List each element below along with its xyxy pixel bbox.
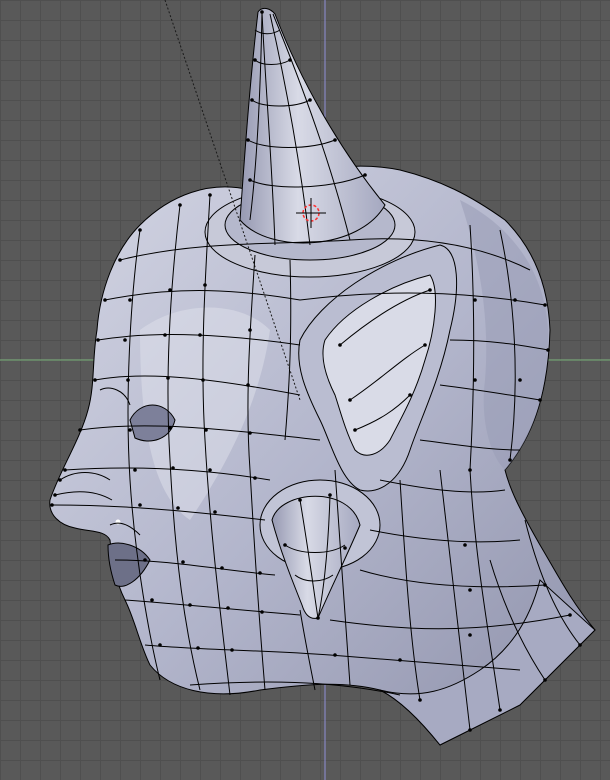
tooth-vertex <box>115 519 121 525</box>
viewport-canvas[interactable] <box>0 0 610 780</box>
3d-viewport[interactable] <box>0 0 610 780</box>
